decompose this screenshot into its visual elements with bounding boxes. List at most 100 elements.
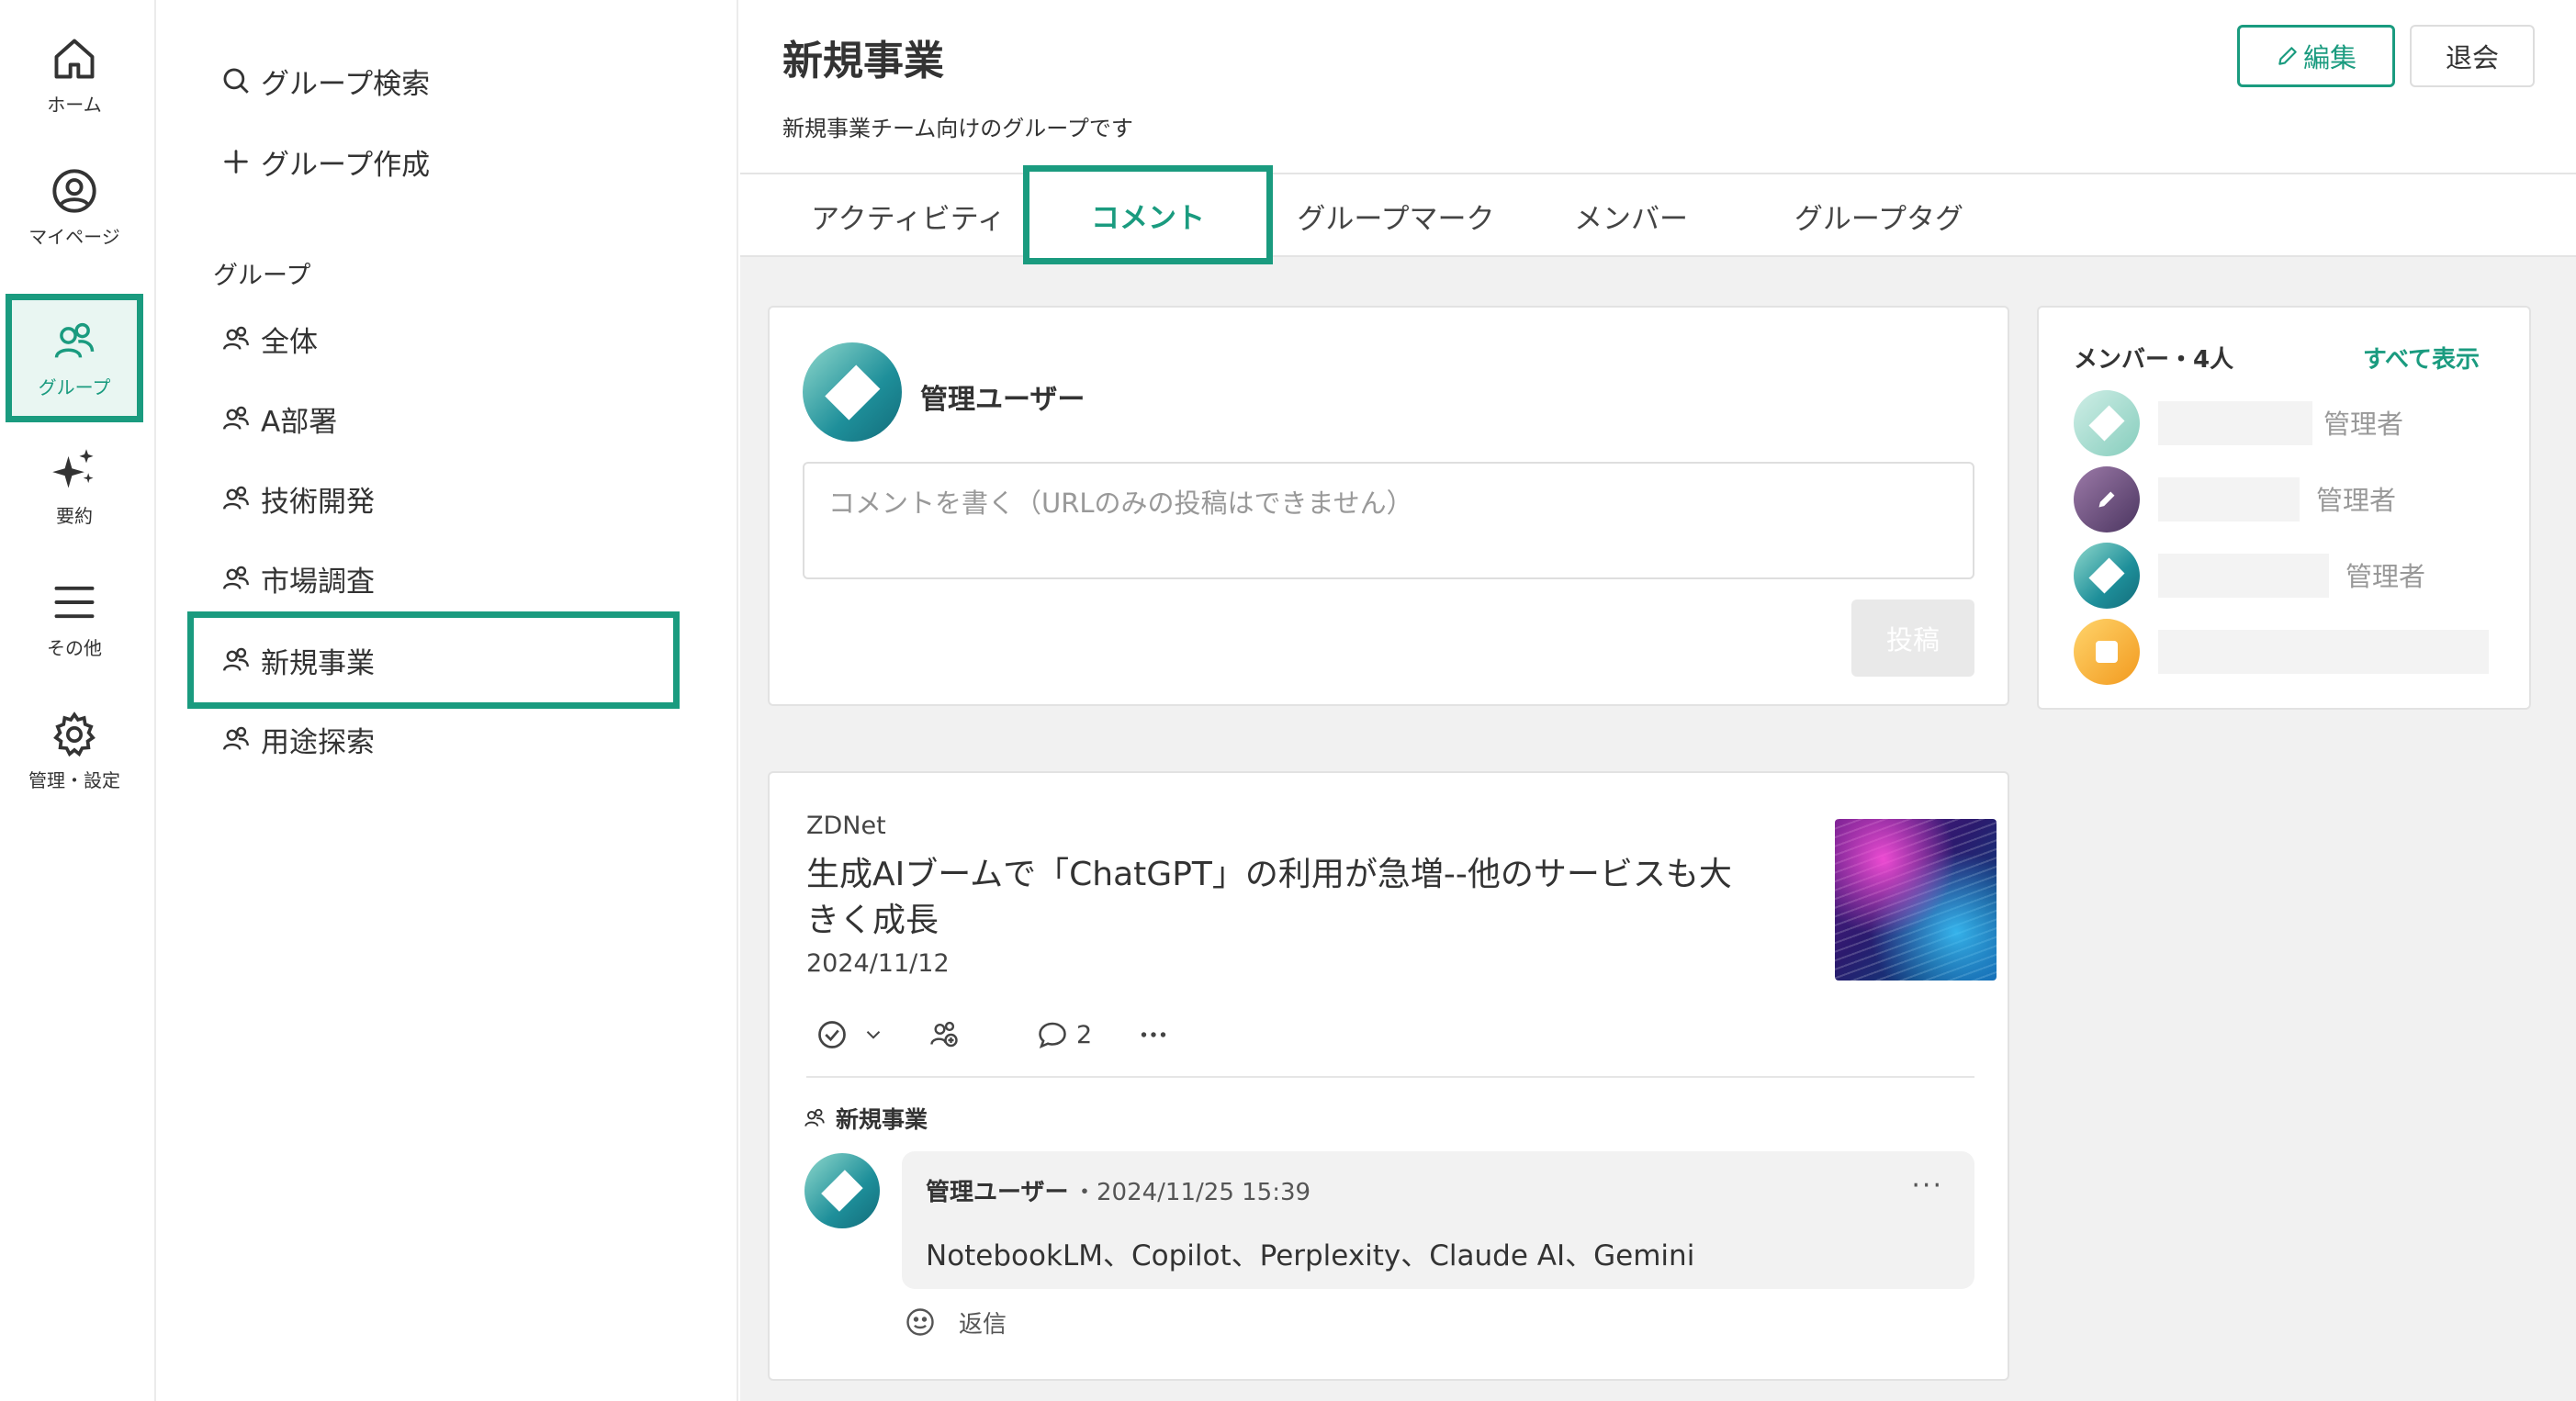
rail-item-other[interactable]: その他 <box>6 555 143 683</box>
member-name-placeholder <box>2158 554 2329 598</box>
group-search-button[interactable]: グループ検索 <box>220 53 430 108</box>
rail-label: グループ <box>38 375 111 398</box>
comment-text: NotebookLM、Copilot、Perplexity、Claude AI、… <box>926 1239 1695 1272</box>
reply-row: 返信 <box>904 1304 1007 1340</box>
avatar <box>804 1153 880 1228</box>
gear-icon <box>53 711 96 757</box>
group-share-icon <box>930 1021 958 1048</box>
rail-item-summary[interactable]: 要約 <box>6 422 143 551</box>
page-title: 新規事業 <box>782 38 944 84</box>
group-description: 新規事業チーム向けのグループです <box>782 116 1133 141</box>
tab-comments[interactable]: コメント <box>1023 165 1273 264</box>
user-circle-icon <box>52 168 96 213</box>
article-source: ZDNet <box>806 812 886 840</box>
reply-button[interactable]: 返信 <box>959 1306 1007 1339</box>
group-create-button[interactable]: グループ作成 <box>220 134 430 189</box>
group-create-label: グループ作成 <box>261 148 431 182</box>
member-row[interactable]: 管理者 <box>2074 543 2505 609</box>
sidebar-item-label: 技術開発 <box>261 485 375 519</box>
group-icon <box>223 647 249 671</box>
member-name-placeholder <box>2158 477 2300 521</box>
sparkle-icon <box>52 448 94 488</box>
sidebar-item-a-dept[interactable]: A部署 <box>220 387 680 451</box>
group-icon <box>223 486 249 510</box>
pencil-icon <box>2278 47 2297 65</box>
group-icon <box>54 322 95 358</box>
sidebar-item-use-exploration[interactable]: 用途探索 <box>220 707 680 771</box>
rail-item-home[interactable]: ホーム <box>6 11 143 140</box>
sidebar-heading: グループ <box>213 262 311 290</box>
rail-label: 管理・設定 <box>28 768 120 791</box>
sidebar-item-label: A部署 <box>261 405 338 439</box>
comment-more-button[interactable]: ··· <box>1911 1170 1943 1202</box>
member-row[interactable] <box>2074 619 2505 685</box>
composer-user-name: 管理ユーザー <box>920 384 1086 416</box>
sidebar-item-all[interactable]: 全体 <box>220 307 680 371</box>
sidebar-item-market-research[interactable]: 市場調査 <box>220 546 680 611</box>
member-role: 管理者 <box>2316 485 2397 516</box>
more-options-button[interactable] <box>1137 1012 1170 1058</box>
group-sidebar: グループ検索 グループ作成 グループ 全体 A部署 技術開発 市場調査 新規事業… <box>156 0 738 1401</box>
member-role: 管理者 <box>2323 409 2404 440</box>
divider <box>806 1076 1974 1078</box>
icon-rail: ホーム マイページ グループ 要約 その他 管理・設定 <box>0 0 156 1401</box>
group-icon <box>223 326 249 350</box>
plus-icon <box>224 150 248 174</box>
rail-label: その他 <box>47 636 102 659</box>
chevron-down-icon <box>866 1031 881 1039</box>
tab-group-mark[interactable]: グループマーク <box>1277 174 1515 257</box>
share-group-button[interactable] <box>928 1012 961 1058</box>
pencil-icon <box>2098 491 2115 508</box>
members-title: メンバー・4人 <box>2074 346 2234 374</box>
avatar <box>2074 543 2140 609</box>
comment-group-name: 新規事業 <box>836 1106 928 1133</box>
article-card: ZDNet 生成AIブームで「ChatGPT」の利用が急増--他のサービスも大き… <box>768 771 2009 1381</box>
member-row[interactable]: 管理者 <box>2074 390 2505 456</box>
avatar <box>2074 390 2140 456</box>
comment-input[interactable]: コメントを書く（URLのみの投稿はできません） <box>803 462 1974 579</box>
group-icon <box>223 406 249 430</box>
sidebar-item-label: 用途探索 <box>261 725 375 759</box>
search-icon <box>223 68 249 94</box>
member-name-placeholder <box>2158 630 2489 674</box>
check-button[interactable] <box>816 1012 849 1058</box>
rail-item-group[interactable]: グループ <box>6 294 143 422</box>
comment-composer: 管理ユーザー コメントを書く（URLのみの投稿はできません） 投稿 <box>768 306 2009 706</box>
tab-activity[interactable]: アクティビティ <box>793 174 1023 257</box>
comment-timestamp: ・2024/11/25 15:39 <box>1073 1179 1311 1206</box>
avatar <box>803 342 902 442</box>
rail-item-settings[interactable]: 管理・設定 <box>6 687 143 815</box>
sidebar-item-label: 市場調査 <box>261 565 375 599</box>
leave-button[interactable]: 退会 <box>2410 25 2535 87</box>
home-icon <box>54 39 95 78</box>
main-content: 新規事業 新規事業チーム向けのグループです 編集 退会 アクティビティ コメント… <box>740 0 2576 1401</box>
comment-count: 2 <box>1076 1020 1093 1049</box>
speech-bubble-icon <box>1039 1022 1066 1049</box>
sidebar-item-label: 新規事業 <box>261 646 375 680</box>
group-icon <box>223 726 249 750</box>
comment-author[interactable]: 管理ユーザー <box>926 1173 1068 1207</box>
article-headline[interactable]: 生成AIブームで「ChatGPT」の利用が急増--他のサービスも大きく成長 <box>806 852 1761 944</box>
member-row[interactable]: 管理者 <box>2074 466 2505 532</box>
avatar <box>2074 466 2140 532</box>
show-all-link[interactable]: すべて表示 <box>2363 341 2480 375</box>
check-dropdown-button[interactable] <box>861 1012 885 1058</box>
tab-group-tags[interactable]: グループタグ <box>1769 174 1989 257</box>
group-search-label: グループ検索 <box>261 67 431 101</box>
avatar <box>2074 619 2140 685</box>
post-button[interactable]: 投稿 <box>1851 600 1974 677</box>
edit-label: 編集 <box>2302 42 2357 73</box>
comment-count-button[interactable]: 2 <box>1036 1012 1092 1058</box>
menu-icon <box>54 586 95 618</box>
sidebar-item-tech-dev[interactable]: 技術開発 <box>220 466 680 531</box>
sidebar-item-new-business[interactable]: 新規事業 <box>187 611 680 709</box>
article-thumbnail[interactable] <box>1835 819 1997 981</box>
more-horizontal-icon <box>1141 1032 1166 1037</box>
group-header: 新規事業 新規事業チーム向けのグループです 編集 退会 <box>740 0 2576 174</box>
rail-item-mypage[interactable]: マイページ <box>6 143 143 272</box>
group-icon <box>804 1108 825 1126</box>
edit-button[interactable]: 編集 <box>2237 25 2395 87</box>
member-name-placeholder <box>2158 401 2312 445</box>
emoji-reaction-icon[interactable] <box>904 1306 937 1339</box>
tab-members[interactable]: メンバー <box>1548 174 1714 257</box>
